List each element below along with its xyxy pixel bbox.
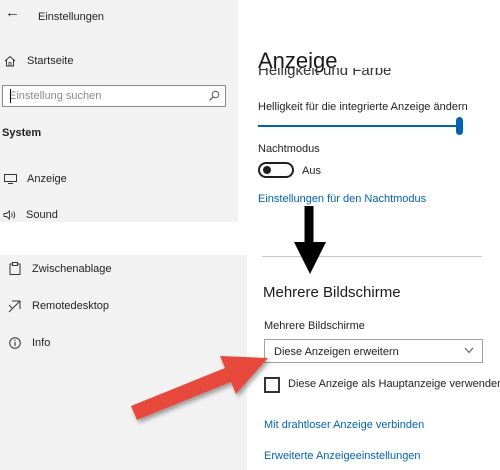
sidebar-item-remote-desktop[interactable]: Remotedesktop <box>32 300 109 312</box>
night-mode-settings-link[interactable]: Einstellungen für den Nachtmodus <box>258 193 426 205</box>
black-down-arrow-icon <box>294 206 326 274</box>
home-icon <box>4 55 16 67</box>
multi-display-dropdown[interactable]: Diese Anzeigen erweitern <box>264 339 483 363</box>
section-heading-brightness: Helligkeit und Farbe <box>258 68 458 80</box>
multi-display-selected-value: Diese Anzeigen erweitern <box>274 346 399 358</box>
back-arrow-icon[interactable]: ← <box>5 4 20 21</box>
primary-display-label: Diese Anzeige als Hauptanzeige verwenden <box>288 378 500 390</box>
multi-display-dropdown-label: Mehrere Bildschirme <box>264 320 365 332</box>
brightness-label: Helligkeit für die integrierte Anzeige ä… <box>258 101 468 113</box>
clipboard-icon <box>9 262 21 275</box>
sidebar-item-clipboard[interactable]: Zwischenablage <box>32 263 112 275</box>
brightness-slider-track <box>258 125 460 127</box>
night-mode-state: Aus <box>302 165 321 177</box>
multi-display-heading: Mehrere Bildschirme <box>263 284 401 301</box>
advanced-display-settings-link[interactable]: Erweiterte Anzeigeeinstellungen <box>264 450 421 462</box>
night-mode-toggle[interactable] <box>258 162 294 178</box>
section-label-system: System <box>2 127 42 139</box>
chevron-down-icon <box>464 347 474 354</box>
toggle-knob <box>263 166 271 174</box>
section-heading-brightness-text: Helligkeit und Farbe <box>258 68 392 79</box>
wireless-display-link[interactable]: Mit drahtloser Anzeige verbinden <box>264 419 424 431</box>
search-box[interactable] <box>2 85 226 107</box>
search-icon[interactable] <box>208 90 220 102</box>
sidebar-panel-top <box>0 0 238 222</box>
info-icon <box>9 337 21 349</box>
sidebar-item-anzeige[interactable]: Anzeige <box>27 173 67 185</box>
text-caret <box>10 89 11 103</box>
search-input[interactable] <box>3 86 209 106</box>
red-annotation-arrow-icon <box>131 356 268 420</box>
monitor-icon <box>4 174 17 184</box>
sidebar-item-info[interactable]: Info <box>32 337 50 349</box>
sidebar-item-sound[interactable]: Sound <box>26 209 58 221</box>
speaker-icon <box>3 210 16 220</box>
brightness-slider[interactable] <box>258 117 470 135</box>
brightness-slider-thumb[interactable] <box>456 117 464 135</box>
window-title: Einstellungen <box>38 11 105 23</box>
sidebar-item-home[interactable]: Startseite <box>27 55 73 67</box>
night-mode-label: Nachtmodus <box>258 143 320 155</box>
remote-desktop-icon <box>8 300 21 313</box>
